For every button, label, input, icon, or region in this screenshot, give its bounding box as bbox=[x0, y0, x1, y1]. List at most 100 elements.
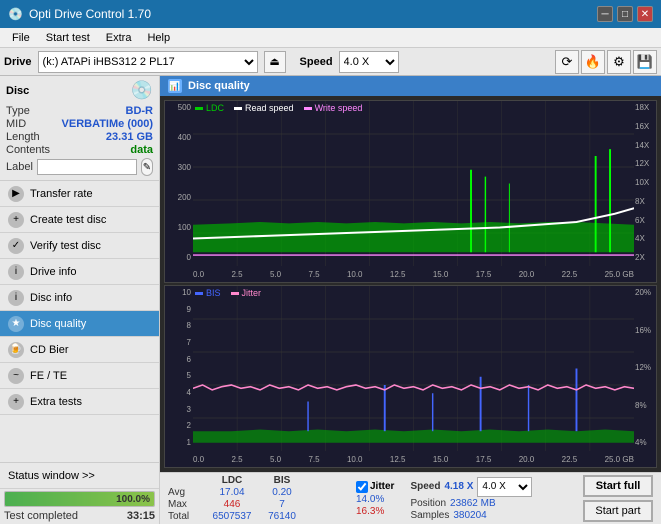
chart-header-icon: 📊 bbox=[168, 79, 182, 93]
by-label-9: 9 bbox=[167, 305, 191, 314]
menu-extra[interactable]: Extra bbox=[98, 30, 140, 46]
minimize-button[interactable]: ─ bbox=[597, 6, 613, 22]
stats-max-row: Max 446 7 bbox=[168, 499, 348, 510]
x-label-7-5: 7.5 bbox=[308, 270, 319, 279]
bottom-chart-svg bbox=[193, 286, 634, 451]
legend-write-speed: Write speed bbox=[304, 103, 363, 113]
samples-row: Samples 380204 bbox=[410, 510, 532, 521]
speed-stat-select[interactable]: 4.0 X bbox=[477, 477, 532, 497]
drive-select[interactable]: (k:) ATAPi iHBS312 2 PL17 bbox=[38, 51, 258, 73]
create-test-disc-icon: + bbox=[8, 212, 24, 228]
disc-header: Disc 💿 bbox=[6, 80, 153, 101]
by-label-10: 10 bbox=[167, 288, 191, 297]
sidebar-label-disc-quality: Disc quality bbox=[30, 318, 86, 330]
jitter-header-row: Jitter bbox=[356, 481, 394, 493]
sidebar-label-cd-bier: CD Bier bbox=[30, 344, 69, 356]
menu-help[interactable]: Help bbox=[139, 30, 178, 46]
disc-type-label: Type bbox=[6, 105, 30, 117]
disc-section: Disc 💿 Type BD-R MID VERBATIMe (000) Len… bbox=[0, 76, 159, 181]
legend-jitter-dot bbox=[231, 292, 239, 295]
sidebar-item-drive-info[interactable]: i Drive info bbox=[0, 259, 159, 285]
jitter-checkbox[interactable] bbox=[356, 481, 368, 493]
main-content: 📊 Disc quality LDC Read speed bbox=[160, 76, 661, 524]
x-label-20: 20.0 bbox=[519, 270, 535, 279]
settings-button[interactable]: ⚙ bbox=[607, 50, 631, 74]
legend-bis-dot bbox=[195, 292, 203, 295]
top-x-axis: 0.0 2.5 5.0 7.5 10.0 12.5 15.0 17.5 20.0… bbox=[193, 266, 634, 282]
sidebar-item-cd-bier[interactable]: 🍺 CD Bier bbox=[0, 337, 159, 363]
by-label-8: 8 bbox=[167, 321, 191, 330]
save-button[interactable]: 💾 bbox=[633, 50, 657, 74]
sidebar-item-create-test-disc[interactable]: + Create test disc bbox=[0, 207, 159, 233]
bx-label-2-5: 2.5 bbox=[231, 455, 242, 464]
app-title: Opti Drive Control 1.70 bbox=[29, 7, 151, 21]
top-y-axis-left: 500 400 300 200 100 0 bbox=[165, 101, 193, 264]
fe-te-icon: ~ bbox=[8, 368, 24, 384]
stats-row: LDC BIS Avg 17.04 0.20 Max 446 7 Total 6… bbox=[160, 472, 661, 524]
speed-select[interactable]: 4.0 X bbox=[339, 51, 399, 73]
sidebar-item-verify-test-disc[interactable]: ✓ Verify test disc bbox=[0, 233, 159, 259]
status-window-label: Status window >> bbox=[8, 470, 95, 482]
disc-mid-row: MID VERBATIMe (000) bbox=[6, 118, 153, 130]
jitter-section: Jitter 14.0% 16.3% bbox=[356, 481, 394, 517]
by-label-4: 4 bbox=[167, 388, 191, 397]
extra-tests-icon: + bbox=[8, 394, 24, 410]
eject-button[interactable]: ⏏ bbox=[264, 51, 286, 73]
bx-label-20: 20.0 bbox=[519, 455, 535, 464]
menu-file[interactable]: File bbox=[4, 30, 38, 46]
sidebar-label-verify-test-disc: Verify test disc bbox=[30, 240, 101, 252]
y-right-8x: 8X bbox=[635, 197, 655, 206]
stats-total-row: Total 6507537 76140 bbox=[168, 511, 348, 522]
samples-label: Samples bbox=[410, 510, 449, 521]
y-label-300: 300 bbox=[167, 163, 191, 172]
y-right-14x: 14X bbox=[635, 141, 655, 150]
bx-label-12-5: 12.5 bbox=[390, 455, 406, 464]
action-buttons: Start full Start part bbox=[583, 475, 653, 522]
sidebar-item-transfer-rate[interactable]: ▶ Transfer rate bbox=[0, 181, 159, 207]
x-label-12-5: 12.5 bbox=[390, 270, 406, 279]
bottom-chart-legend: BIS Jitter bbox=[195, 288, 261, 298]
disc-label-edit-button[interactable]: ✎ bbox=[141, 158, 153, 176]
legend-ldc: LDC bbox=[195, 103, 224, 113]
sidebar-label-fe-te: FE / TE bbox=[30, 370, 67, 382]
x-label-25gb: 25.0 GB bbox=[605, 270, 634, 279]
bis-header: BIS bbox=[264, 475, 300, 486]
sidebar-item-disc-quality[interactable]: ★ Disc quality bbox=[0, 311, 159, 337]
position-label: Position bbox=[410, 498, 446, 509]
app-icon: 💿 bbox=[8, 7, 23, 21]
speed-stat-value: 4.18 X bbox=[444, 481, 473, 492]
disc-mid-label: MID bbox=[6, 118, 26, 130]
disc-label-input[interactable] bbox=[37, 159, 137, 175]
maximize-button[interactable]: □ bbox=[617, 6, 633, 22]
start-full-button[interactable]: Start full bbox=[583, 475, 653, 497]
avg-label: Avg bbox=[168, 487, 200, 498]
jitter-header-label: Jitter bbox=[370, 481, 394, 492]
y-label-100: 100 bbox=[167, 223, 191, 232]
by-right-20: 20% bbox=[635, 288, 655, 297]
sidebar-item-fe-te[interactable]: ~ FE / TE bbox=[0, 363, 159, 389]
y-label-400: 400 bbox=[167, 133, 191, 142]
by-label-6: 6 bbox=[167, 355, 191, 364]
progress-bar: 100.0% bbox=[4, 491, 155, 507]
y-right-6x: 6X bbox=[635, 216, 655, 225]
start-part-button[interactable]: Start part bbox=[583, 500, 653, 522]
sidebar-item-disc-info[interactable]: i Disc info bbox=[0, 285, 159, 311]
menu-start-test[interactable]: Start test bbox=[38, 30, 98, 46]
speed-label: Speed bbox=[300, 56, 333, 68]
legend-write-speed-dot bbox=[304, 107, 312, 110]
nav-items: ▶ Transfer rate + Create test disc ✓ Ver… bbox=[0, 181, 159, 462]
total-label: Total bbox=[168, 511, 200, 522]
close-button[interactable]: ✕ bbox=[637, 6, 653, 22]
refresh-button[interactable]: ⟳ bbox=[555, 50, 579, 74]
total-bis: 76140 bbox=[264, 511, 300, 522]
legend-ldc-dot bbox=[195, 107, 203, 110]
status-window-button[interactable]: Status window >> bbox=[0, 463, 159, 489]
sidebar-item-extra-tests[interactable]: + Extra tests bbox=[0, 389, 159, 415]
y-right-4x: 4X bbox=[635, 234, 655, 243]
disc-type-value: BD-R bbox=[126, 105, 154, 117]
bx-label-22-5: 22.5 bbox=[562, 455, 578, 464]
x-label-2-5: 2.5 bbox=[231, 270, 242, 279]
burn-button[interactable]: 🔥 bbox=[581, 50, 605, 74]
legend-jitter: Jitter bbox=[231, 288, 262, 298]
drive-label: Drive bbox=[4, 56, 32, 68]
